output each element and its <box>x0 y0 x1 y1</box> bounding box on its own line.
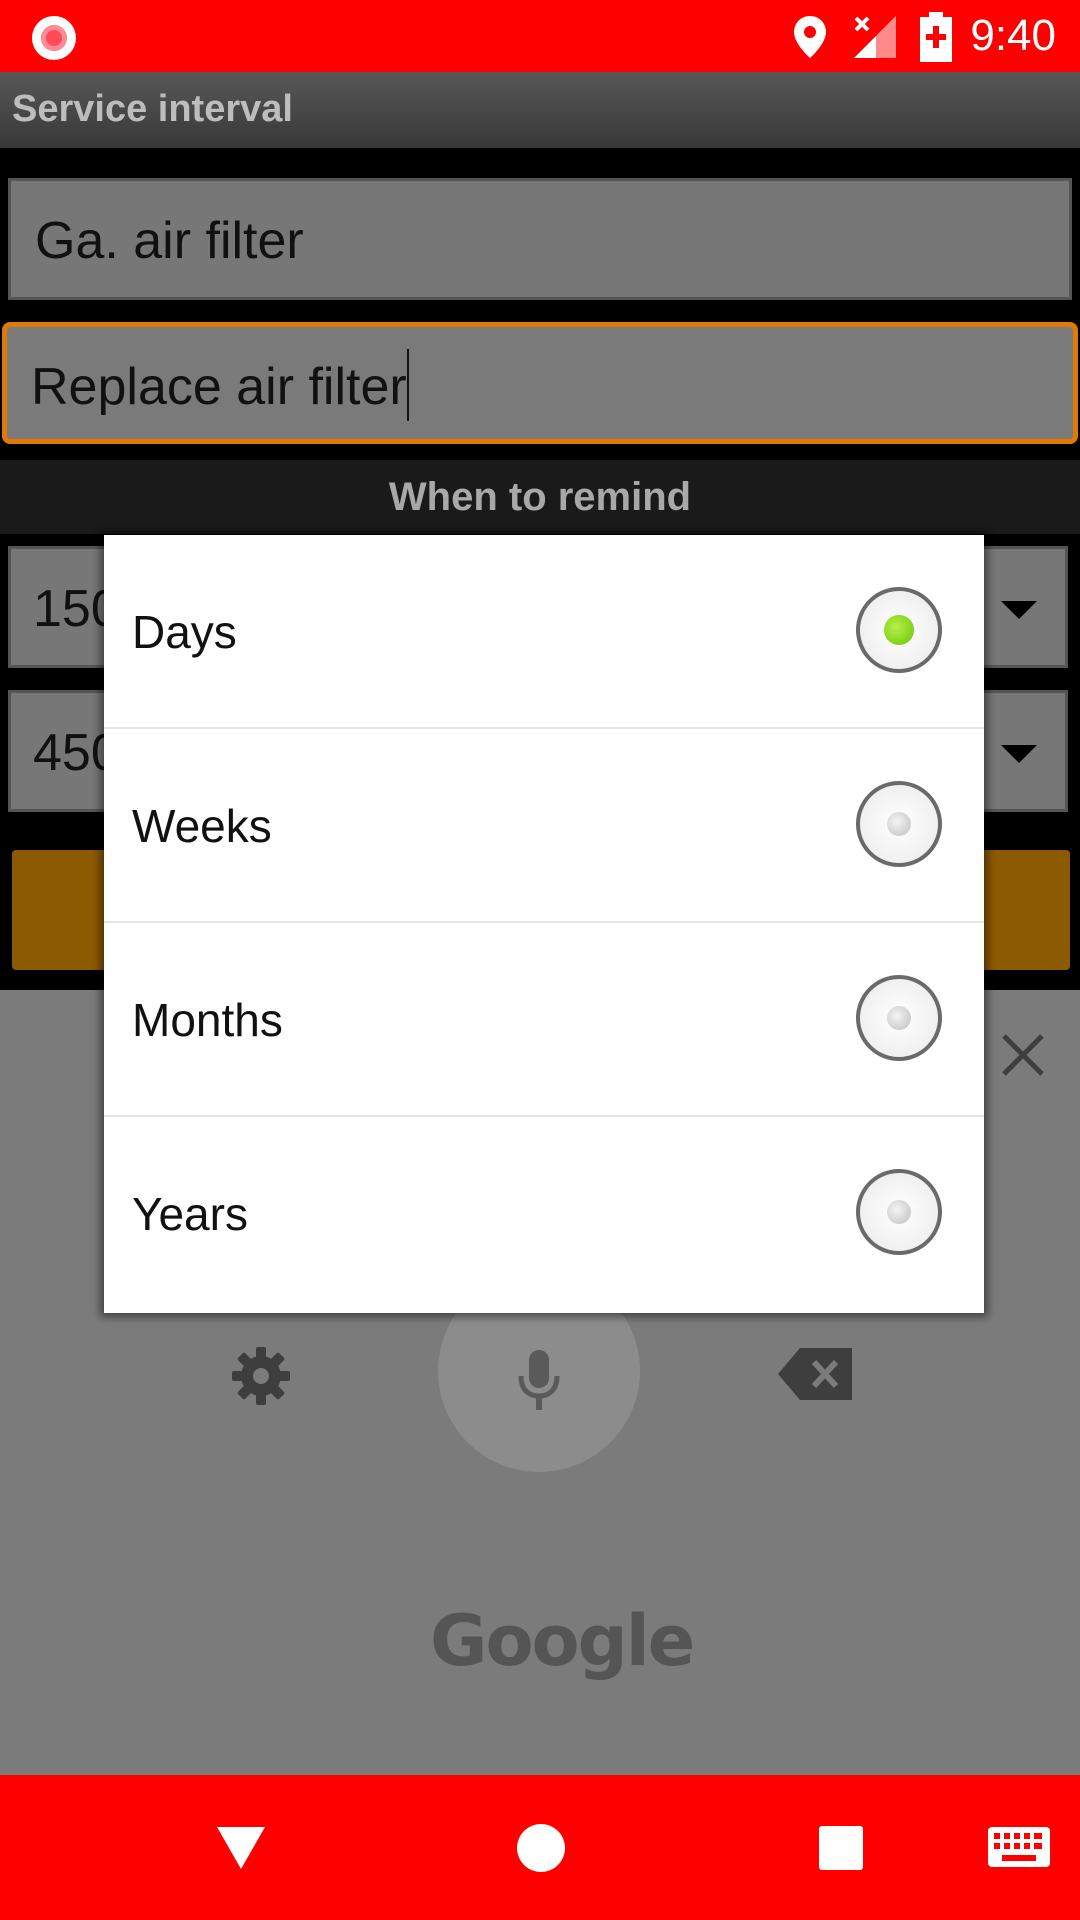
location-icon <box>794 16 826 58</box>
close-icon[interactable] <box>1000 1032 1046 1078</box>
backspace-icon[interactable] <box>778 1348 852 1400</box>
option-days[interactable]: Days <box>104 535 984 729</box>
description-field-value: Replace air filter <box>31 358 407 416</box>
radio-years[interactable] <box>856 1169 942 1255</box>
option-label: Months <box>132 994 283 1046</box>
option-years[interactable]: Years <box>104 1117 984 1311</box>
option-label: Days <box>132 606 237 658</box>
radio-dot <box>887 1200 911 1224</box>
name-field[interactable]: Ga. air filter <box>8 178 1072 300</box>
radio-weeks[interactable] <box>856 781 942 867</box>
radio-days[interactable] <box>856 587 942 673</box>
dropdown-arrow-icon <box>1001 745 1037 763</box>
option-weeks[interactable]: Weeks <box>104 729 984 923</box>
option-label: Weeks <box>132 800 272 852</box>
status-bar: 9:40 <box>0 0 1080 72</box>
radio-dot <box>887 812 911 836</box>
section-header: When to remind <box>0 460 1080 534</box>
name-field-value: Ga. air filter <box>35 212 304 270</box>
navigation-bar <box>0 1775 1080 1920</box>
dropdown-arrow-icon <box>1001 601 1037 619</box>
page-title: Service interval <box>12 88 293 130</box>
option-months[interactable]: Months <box>104 923 984 1117</box>
gear-icon[interactable] <box>230 1345 292 1407</box>
mic-icon <box>518 1350 560 1410</box>
home-icon[interactable] <box>516 1823 566 1873</box>
option-label: Years <box>132 1188 248 1240</box>
description-field[interactable]: Replace air filter <box>2 322 1078 444</box>
battery-charging-icon <box>920 12 952 62</box>
radio-dot <box>887 1006 911 1030</box>
no-signal-icon <box>854 16 896 58</box>
keyboard-icon[interactable] <box>988 1827 1050 1867</box>
status-time: 9:40 <box>970 11 1056 60</box>
radio-dot <box>884 615 914 645</box>
unit-picker-dialog: Days Weeks Months Years <box>104 535 984 1313</box>
back-icon[interactable] <box>215 1825 267 1871</box>
text-cursor <box>406 349 409 422</box>
recents-icon[interactable] <box>818 1825 864 1871</box>
google-logo-text: Google <box>430 1600 695 1682</box>
record-icon <box>32 16 76 60</box>
radio-months[interactable] <box>856 975 942 1061</box>
app-bar: Service interval <box>0 72 1080 148</box>
